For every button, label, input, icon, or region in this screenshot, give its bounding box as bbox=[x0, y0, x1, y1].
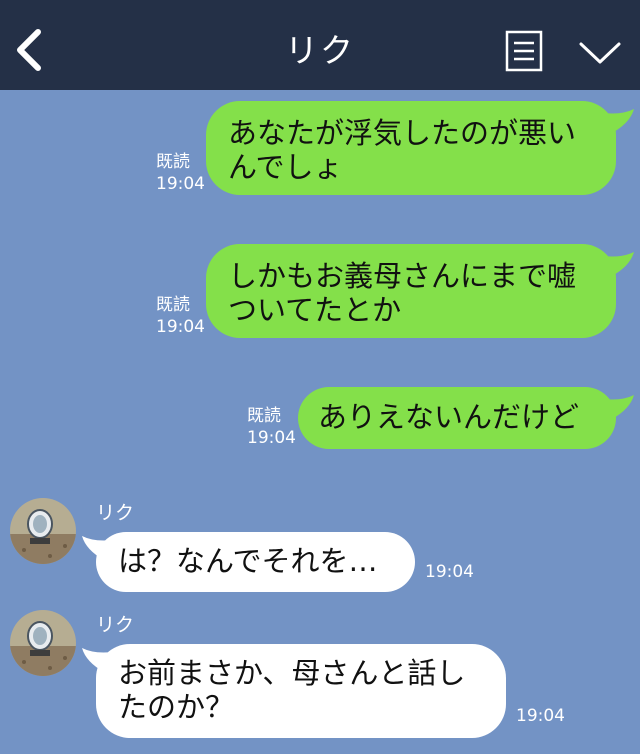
chat-header: リク bbox=[0, 0, 640, 90]
message-bubble[interactable]: ありえないんだけど bbox=[298, 387, 616, 449]
message-text: んでしょ bbox=[228, 150, 343, 184]
message-bubble[interactable]: お前まさか、母さんと話し たのか？ bbox=[96, 644, 506, 738]
read-receipt: 既読 bbox=[247, 406, 281, 426]
message-text: たのか？ bbox=[118, 690, 235, 724]
sender-name: リク bbox=[96, 502, 135, 524]
message-text: しかもお義母さんにまで嘘 bbox=[228, 259, 577, 293]
avatar[interactable] bbox=[10, 610, 76, 676]
read-receipt: 既読 bbox=[156, 295, 190, 315]
message-text: お前まさか、母さんと話し bbox=[118, 656, 466, 690]
sent-message: ありえないんだけど 既読 19:04 bbox=[0, 387, 636, 449]
message-time: 19:04 bbox=[156, 317, 205, 337]
message-text: は？なんでそれを… bbox=[118, 544, 378, 578]
read-receipt: 既読 bbox=[156, 152, 190, 172]
avatar[interactable] bbox=[10, 498, 76, 564]
message-meta: 既読 19:04 bbox=[156, 151, 205, 195]
chat-title: リク bbox=[285, 31, 355, 70]
message-time: 19:04 bbox=[516, 706, 565, 726]
message-time: 19:04 bbox=[156, 174, 205, 194]
sent-message: しかもお義母さんにまで嘘 ついてたとか 既読 19:04 bbox=[0, 244, 636, 338]
avatar-image bbox=[10, 610, 76, 676]
received-message: リク お前まさか、母さんと話し たのか？ 19:04 bbox=[0, 610, 640, 750]
avatar-image bbox=[10, 498, 76, 564]
message-time: 19:04 bbox=[425, 562, 474, 582]
chevron-down-icon[interactable] bbox=[578, 40, 622, 66]
message-time: 19:04 bbox=[247, 428, 296, 448]
received-message: リク は？なんでそれを… 19:04 bbox=[0, 498, 640, 598]
message-meta: 既読 19:04 bbox=[156, 294, 205, 338]
message-text: ありえないんだけど bbox=[318, 400, 580, 434]
list-icon[interactable] bbox=[505, 30, 543, 72]
message-bubble[interactable]: あなたが浮気したのが悪い んでしょ bbox=[206, 101, 616, 195]
sender-name: リク bbox=[96, 614, 135, 636]
message-bubble[interactable]: しかもお義母さんにまで嘘 ついてたとか bbox=[206, 244, 616, 338]
message-bubble[interactable]: は？なんでそれを… bbox=[96, 532, 415, 592]
sent-message: あなたが浮気したのが悪い んでしょ 既読 19:04 bbox=[0, 101, 636, 195]
message-meta: 既読 19:04 bbox=[247, 405, 296, 449]
message-text: ついてたとか bbox=[228, 293, 402, 327]
message-text: あなたが浮気したのが悪い bbox=[228, 116, 577, 150]
